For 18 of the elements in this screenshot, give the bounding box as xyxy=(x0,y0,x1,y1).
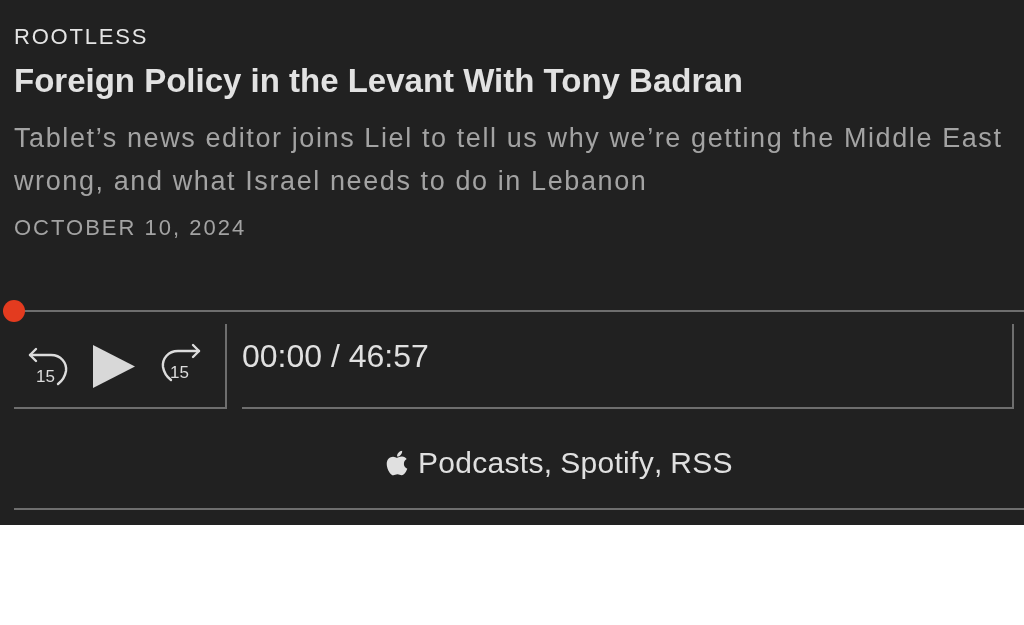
subscribe-link[interactable]: Spotify xyxy=(560,444,654,481)
progress-thumb[interactable] xyxy=(3,300,25,322)
skip-back-button[interactable]: 15 xyxy=(27,345,69,388)
subscribe-link[interactable]: RSS xyxy=(670,444,733,481)
show-name: ROOTLESS xyxy=(14,24,149,50)
skip-forward-button[interactable]: 15 xyxy=(160,342,202,384)
separator-text: , xyxy=(543,444,553,481)
playback-time: 00:00 / 46:57 xyxy=(242,338,429,374)
forward-arrow-icon xyxy=(160,342,202,384)
play-icon xyxy=(92,345,135,388)
apple-podcasts-link[interactable]: Podcasts xyxy=(385,444,544,481)
play-button[interactable] xyxy=(92,344,135,389)
episode-description: Tablet’s news editor joins Liel to tell us why we’re getting the Middle East wrong, and what Israel needs to do in Lebanon xyxy=(14,122,1004,198)
back-arrow-icon xyxy=(27,345,69,388)
apple-icon xyxy=(385,448,409,477)
separator-text: , xyxy=(654,444,663,481)
episode-title: Foreign Policy in the Levant With Tony Badran xyxy=(14,63,743,99)
episode-date: OCTOBER 10, 2024 xyxy=(14,215,247,241)
